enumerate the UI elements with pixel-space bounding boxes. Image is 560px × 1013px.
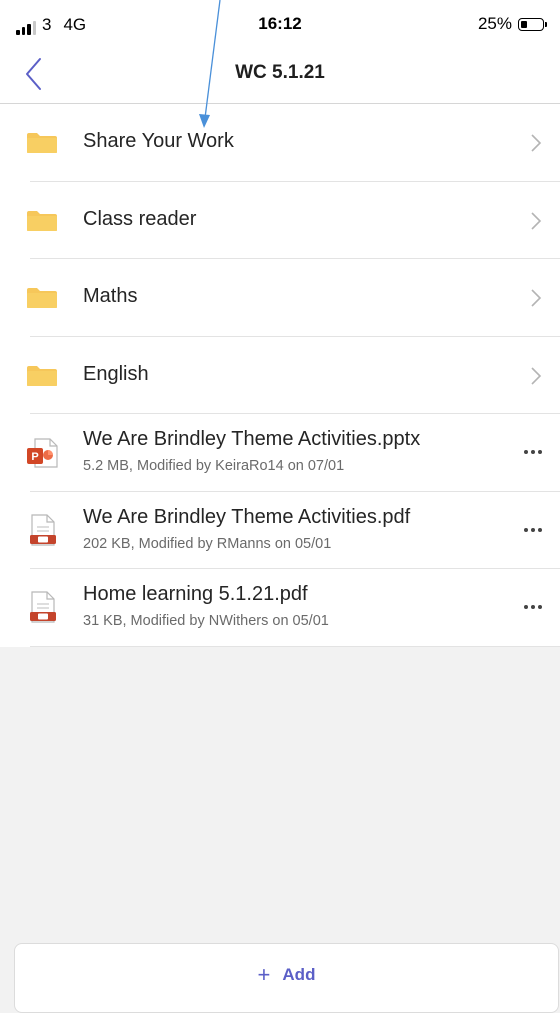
folder-item-share-your-work[interactable]: Share Your Work <box>0 104 560 182</box>
chevron-right-icon <box>531 211 542 230</box>
file-name: We Are Brindley Theme Activities.pdf <box>83 505 411 528</box>
pdf-icon <box>30 513 56 546</box>
add-button[interactable]: + Add <box>14 943 559 1013</box>
file-item-home-learning-pdf[interactable]: Home learning 5.1.21.pdf 31 KB, Modified… <box>0 569 560 647</box>
navigation-bar: WC 5.1.21 <box>0 46 560 104</box>
folder-icon <box>27 210 57 231</box>
file-item-pdf[interactable]: We Are Brindley Theme Activities.pdf 202… <box>0 492 560 569</box>
status-bar: 3 4G 16:12 25% <box>0 0 560 46</box>
folder-icon <box>27 133 57 153</box>
more-options-button[interactable] <box>524 527 542 532</box>
add-label: Add <box>282 965 316 984</box>
folder-icon <box>27 288 57 308</box>
plus-icon: + <box>257 962 271 987</box>
folder-item-maths[interactable]: Maths <box>0 259 560 337</box>
file-meta: 31 KB, Modified by NWithers on 05/01 <box>83 613 329 629</box>
folder-icon <box>27 365 57 386</box>
file-item-pptx[interactable]: P We Are Brindley Theme Activities.pptx … <box>0 414 560 492</box>
battery-percent: 25% <box>477 14 512 33</box>
divider <box>30 645 560 647</box>
add-button-content: + Add <box>15 962 558 988</box>
file-meta: 202 KB, Modified by RManns on 05/01 <box>83 535 332 552</box>
chevron-right-icon <box>531 134 542 152</box>
powerpoint-icon: P <box>27 438 58 468</box>
more-options-button[interactable] <box>524 605 542 609</box>
more-options-button[interactable] <box>524 450 542 454</box>
battery-icon <box>518 17 547 31</box>
folder-item-class-reader[interactable]: Class reader <box>0 182 560 259</box>
file-name: We Are Brindley Theme Activities.pptx <box>83 428 421 450</box>
clock: 16:12 <box>258 14 302 33</box>
file-meta: 5.2 MB, Modified by KeiraRo14 on 07/01 <box>83 458 345 474</box>
file-name: Home learning 5.1.21.pdf <box>83 583 308 605</box>
chevron-right-icon <box>531 366 542 385</box>
folder-label: Maths <box>83 285 138 307</box>
page-title: WC 5.1.21 <box>235 62 325 83</box>
pdf-icon <box>30 591 56 623</box>
folder-label: Class reader <box>83 207 197 230</box>
battery-area: 25% <box>477 14 547 34</box>
file-list: Share Your Work Class reader Maths Engli… <box>0 104 560 647</box>
folder-label: English <box>83 362 149 385</box>
folder-item-english[interactable]: English <box>0 337 560 414</box>
folder-label: Share Your Work <box>83 130 234 152</box>
chevron-right-icon <box>531 289 542 307</box>
svg-text:P: P <box>31 451 38 463</box>
